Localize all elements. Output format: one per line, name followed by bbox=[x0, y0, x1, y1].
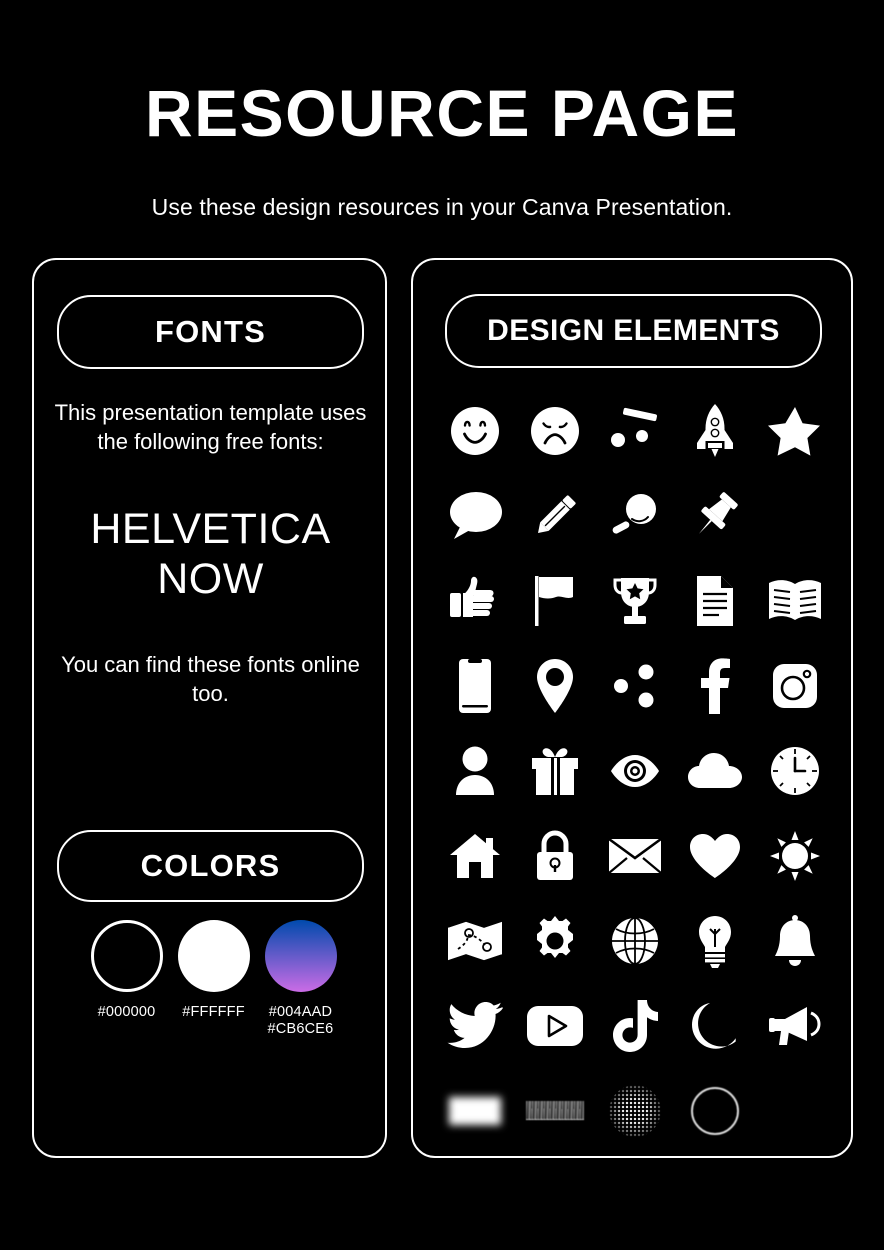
design-elements-heading: DESIGN ELEMENTS bbox=[445, 294, 822, 368]
star-icon[interactable] bbox=[755, 388, 835, 473]
circle-outline-texture[interactable] bbox=[675, 1068, 755, 1153]
black-swatch[interactable] bbox=[90, 920, 163, 992]
film-strip-texture[interactable] bbox=[515, 1068, 595, 1153]
gift-box-icon[interactable] bbox=[515, 728, 595, 813]
sun-icon[interactable] bbox=[755, 813, 835, 898]
flag-icon[interactable] bbox=[515, 558, 595, 643]
trophy-icon[interactable] bbox=[595, 558, 675, 643]
sad-face-icon[interactable] bbox=[515, 388, 595, 473]
confetti-icon[interactable] bbox=[595, 388, 675, 473]
location-pin-icon[interactable] bbox=[515, 643, 595, 728]
heart-icon[interactable] bbox=[675, 813, 755, 898]
clock-icon[interactable] bbox=[755, 728, 835, 813]
youtube-icon[interactable] bbox=[515, 983, 595, 1068]
icon-row bbox=[435, 728, 835, 813]
font-family-name: HELVETICA NOW bbox=[90, 505, 331, 603]
document-icon[interactable] bbox=[675, 558, 755, 643]
black-swatch-label: #000000 bbox=[97, 1004, 156, 1020]
eye-icon[interactable] bbox=[595, 728, 675, 813]
white-swatch[interactable] bbox=[177, 920, 250, 992]
user-person-icon[interactable] bbox=[435, 728, 515, 813]
halftone-dot-circle-texture[interactable] bbox=[595, 1068, 675, 1153]
gradient-swatch-label: #004AAD #CB6CE6 bbox=[267, 1004, 334, 1037]
page-subtitle: Use these design resources in your Canva… bbox=[151, 194, 733, 220]
cloud-icon[interactable] bbox=[675, 728, 755, 813]
white-swatch-label: #FFFFFF bbox=[182, 1004, 245, 1020]
padlock-icon[interactable] bbox=[515, 813, 595, 898]
color-swatch-row: #000000 #FFFFFF #004AAD #CB6CE6 bbox=[89, 920, 339, 1038]
fonts-intro-text: This presentation template uses the foll… bbox=[54, 400, 367, 454]
envelope-icon[interactable] bbox=[595, 813, 675, 898]
pencil-icon[interactable] bbox=[515, 473, 595, 558]
magnifying-glass-icon[interactable] bbox=[595, 473, 675, 558]
icon-row bbox=[435, 813, 835, 898]
tiktok-icon[interactable] bbox=[595, 983, 675, 1068]
icon-row bbox=[435, 983, 835, 1068]
blurred-rectangle-texture[interactable] bbox=[435, 1068, 515, 1153]
icon-row bbox=[435, 643, 835, 728]
rocket-icon[interactable] bbox=[675, 388, 755, 473]
icon-grid bbox=[435, 388, 835, 1153]
fonts-and-colors-panel: FONTS This presentation template uses th… bbox=[32, 258, 387, 1158]
map-icon[interactable] bbox=[435, 898, 515, 983]
icon-row bbox=[435, 558, 835, 643]
mobile-phone-icon[interactable] bbox=[435, 643, 515, 728]
pushpin-icon[interactable] bbox=[675, 473, 755, 558]
color-swatch-item[interactable]: #004AAD #CB6CE6 bbox=[263, 920, 338, 1038]
thumbs-up-icon[interactable] bbox=[435, 558, 515, 643]
icon-row bbox=[435, 388, 835, 473]
bell-icon[interactable] bbox=[755, 898, 835, 983]
smiley-face-icon[interactable] bbox=[435, 388, 515, 473]
instagram-icon[interactable] bbox=[755, 643, 835, 728]
colors-section-heading: COLORS bbox=[57, 830, 364, 902]
fonts-section-heading: FONTS bbox=[57, 295, 364, 369]
icon-row bbox=[435, 473, 835, 558]
icon-row bbox=[435, 898, 835, 983]
color-swatch-item[interactable]: #FFFFFF bbox=[176, 920, 251, 1038]
moon-icon[interactable] bbox=[675, 983, 755, 1068]
facebook-icon[interactable] bbox=[675, 643, 755, 728]
open-book-icon[interactable] bbox=[755, 558, 835, 643]
globe-icon[interactable] bbox=[595, 898, 675, 983]
twitter-icon[interactable] bbox=[435, 983, 515, 1068]
design-elements-panel: DESIGN ELEMENTS bbox=[411, 258, 853, 1158]
gear-icon[interactable] bbox=[515, 898, 595, 983]
fonts-note-text: You can find these fonts online too. bbox=[61, 652, 360, 706]
page-title: RESOURCE PAGE bbox=[144, 76, 740, 150]
lightbulb-icon[interactable] bbox=[675, 898, 755, 983]
share-dots-icon[interactable] bbox=[595, 643, 675, 728]
gradient-swatch[interactable] bbox=[264, 920, 337, 992]
icon-row bbox=[435, 1068, 835, 1153]
home-house-icon[interactable] bbox=[435, 813, 515, 898]
speech-bubble-icon[interactable] bbox=[435, 473, 515, 558]
megaphone-icon[interactable] bbox=[755, 983, 835, 1068]
color-swatch-item[interactable]: #000000 bbox=[89, 920, 164, 1038]
